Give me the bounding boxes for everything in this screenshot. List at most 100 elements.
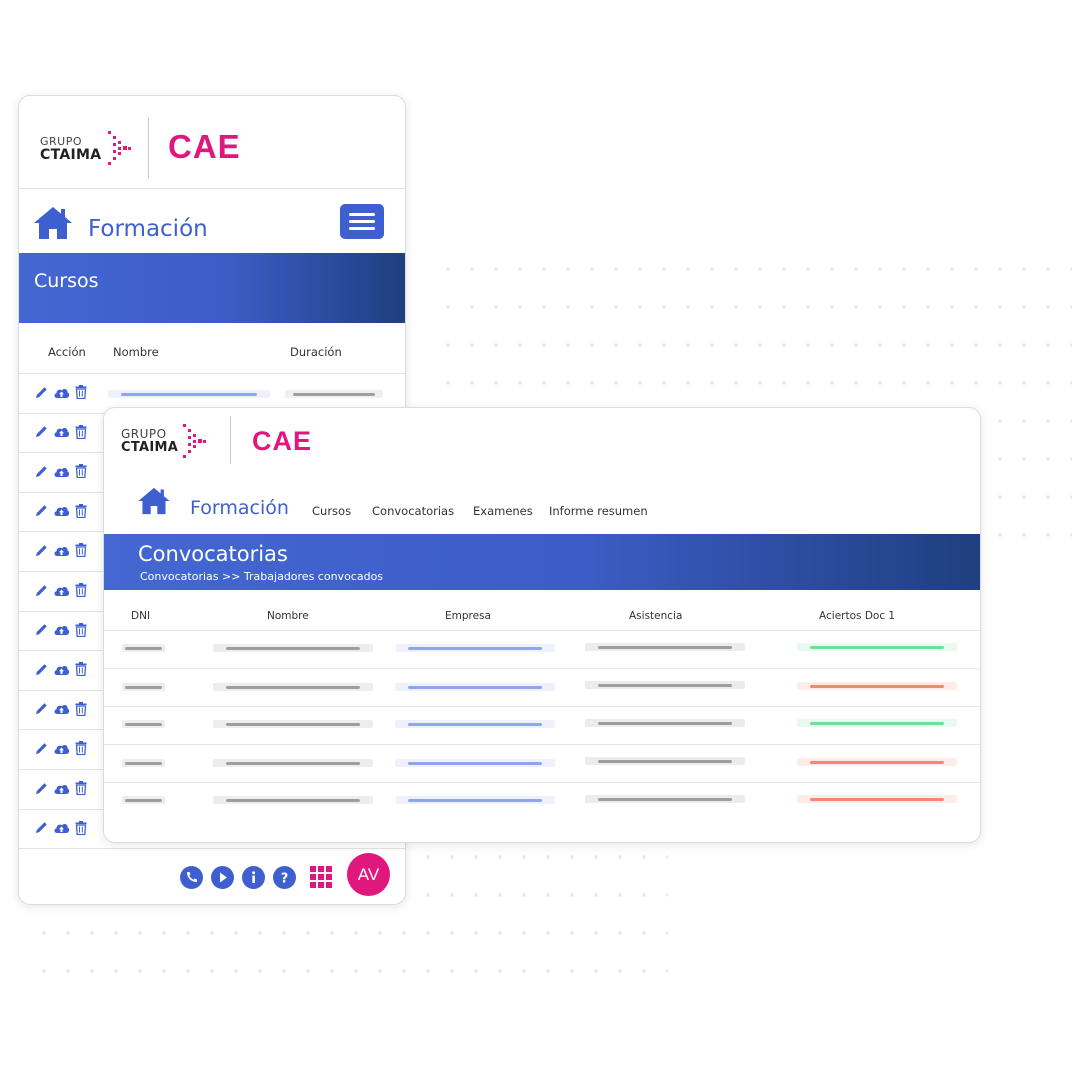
placeholder-bar (585, 719, 745, 727)
pencil-icon[interactable] (35, 465, 48, 478)
pencil-icon[interactable] (35, 425, 48, 438)
placeholder-bar (285, 390, 383, 398)
trash-icon[interactable] (75, 424, 87, 439)
column-header-duracion[interactable]: Duración (290, 345, 342, 359)
pencil-icon[interactable] (35, 623, 48, 636)
pencil-icon[interactable] (35, 663, 48, 676)
placeholder-bar (585, 681, 745, 689)
table-row[interactable] (104, 744, 980, 783)
phone-button[interactable] (180, 866, 203, 889)
info-button[interactable] (242, 866, 265, 889)
home-icon[interactable] (137, 487, 171, 515)
ctaima-arrow-icon (108, 131, 131, 165)
row-actions (35, 424, 87, 439)
page-title: Formación (88, 216, 208, 242)
play-button[interactable] (211, 866, 234, 889)
placeholder-bar (585, 757, 745, 765)
placeholder-bar (213, 759, 373, 767)
trash-icon[interactable] (75, 741, 87, 756)
placeholder-bar (797, 795, 957, 803)
hamburger-icon (349, 213, 375, 216)
phone-icon (187, 872, 197, 882)
nav-item-informe-resumen[interactable]: Informe resumen (549, 504, 648, 518)
footer-divider (19, 848, 405, 849)
breadcrumb[interactable]: Convocatorias >> Trabajadores convocados (140, 570, 383, 583)
play-icon (220, 872, 227, 883)
pencil-icon[interactable] (35, 742, 48, 755)
table-row[interactable] (104, 668, 980, 707)
upload-cloud-icon[interactable] (53, 702, 70, 715)
trash-icon[interactable] (75, 503, 87, 518)
help-button[interactable]: ? (273, 866, 296, 889)
pencil-icon[interactable] (35, 584, 48, 597)
pencil-icon[interactable] (35, 702, 48, 715)
row-actions (35, 464, 87, 479)
trash-icon[interactable] (75, 701, 87, 716)
table-row[interactable] (104, 706, 980, 745)
nav-item-convocatorias[interactable]: Convocatorias (372, 504, 454, 518)
trash-icon[interactable] (75, 464, 87, 479)
upload-cloud-icon[interactable] (53, 821, 70, 834)
upload-cloud-icon[interactable] (53, 504, 70, 517)
table-row[interactable] (104, 630, 980, 669)
apps-grid-icon[interactable] (310, 866, 332, 888)
row-actions (35, 662, 87, 677)
upload-cloud-icon[interactable] (53, 465, 70, 478)
placeholder-bar (122, 644, 165, 652)
trash-icon[interactable] (75, 385, 87, 399)
trash-icon[interactable] (75, 820, 87, 835)
column-header-accion: Acción (48, 345, 86, 359)
placeholder-bar (122, 796, 165, 804)
placeholder-bar (213, 796, 373, 804)
column-header-nombre[interactable]: Nombre (267, 610, 309, 622)
row-actions (35, 385, 87, 399)
placeholder-bar (395, 759, 555, 767)
logo-ctaima-text: CTAIMA (121, 440, 179, 455)
placeholder-bar (395, 796, 555, 804)
table-row[interactable] (104, 782, 980, 821)
column-header-asistencia[interactable]: Asistencia (629, 610, 682, 622)
trash-icon[interactable] (75, 662, 87, 677)
hamburger-menu-button[interactable] (340, 204, 384, 239)
placeholder-bar (797, 719, 957, 727)
pencil-icon[interactable] (35, 782, 48, 795)
pencil-icon[interactable] (35, 544, 48, 557)
column-header-dni[interactable]: DNI (131, 610, 150, 622)
upload-cloud-icon[interactable] (53, 663, 70, 676)
placeholder-bar (395, 683, 555, 691)
column-header-aciertos-doc-1[interactable]: Aciertos Doc 1 (819, 610, 895, 622)
nav-item-cursos[interactable]: Cursos (312, 504, 351, 518)
user-avatar[interactable]: AV (347, 853, 390, 896)
upload-cloud-icon[interactable] (53, 742, 70, 755)
pencil-icon[interactable] (35, 386, 48, 399)
upload-cloud-icon[interactable] (53, 782, 70, 795)
trash-icon[interactable] (75, 622, 87, 637)
column-header-empresa[interactable]: Empresa (445, 610, 491, 622)
upload-cloud-icon[interactable] (53, 584, 70, 597)
trash-icon[interactable] (75, 781, 87, 795)
nav-item-examenes[interactable]: Examenes (473, 504, 533, 518)
trash-icon[interactable] (75, 583, 87, 597)
logo-separator (148, 118, 149, 178)
placeholder-bar (395, 720, 555, 728)
pencil-icon[interactable] (35, 504, 48, 517)
row-actions (35, 781, 87, 795)
placeholder-bar (213, 720, 373, 728)
logo-separator (230, 416, 231, 464)
help-icon: ? (281, 872, 289, 887)
placeholder-bar (585, 795, 745, 803)
upload-cloud-icon[interactable] (53, 623, 70, 636)
trash-icon[interactable] (75, 543, 87, 558)
upload-cloud-icon[interactable] (53, 425, 70, 438)
pencil-icon[interactable] (35, 821, 48, 834)
placeholder-bar (797, 682, 957, 690)
placeholder-bar (122, 759, 165, 767)
row-actions (35, 503, 87, 518)
upload-cloud-icon[interactable] (53, 544, 70, 557)
header-divider (19, 188, 405, 189)
row-actions (35, 543, 87, 558)
column-header-nombre[interactable]: Nombre (113, 345, 159, 359)
home-icon[interactable] (33, 206, 73, 240)
logo-grupo-text: GRUPO (121, 427, 167, 441)
upload-cloud-icon[interactable] (53, 386, 70, 399)
